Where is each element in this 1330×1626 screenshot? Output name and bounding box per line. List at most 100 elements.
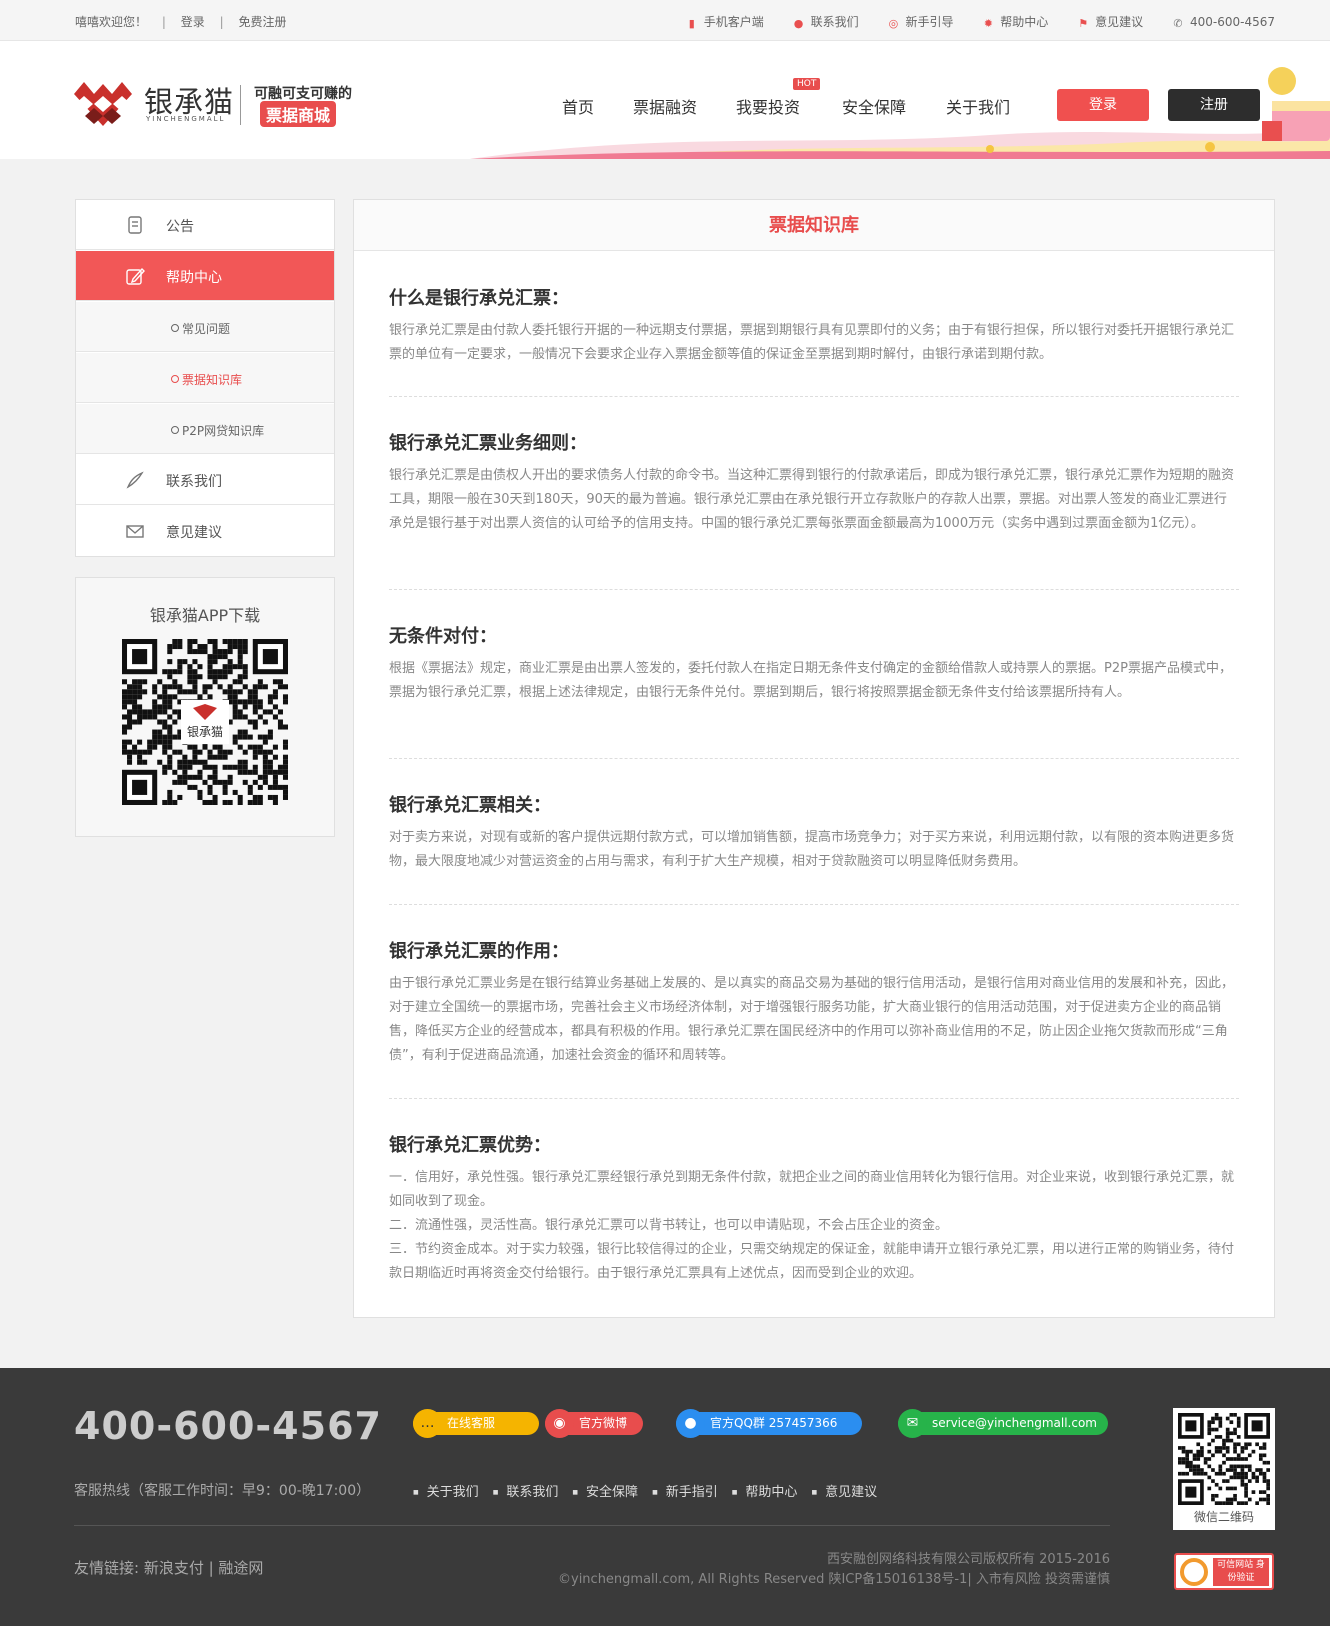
edit-icon	[126, 267, 145, 285]
email-label: service@yinchengmall.com	[932, 1416, 1097, 1430]
sidebar-item-announcement[interactable]: 公告	[76, 200, 334, 250]
nav-security[interactable]: 安全保障	[842, 94, 906, 118]
sidebar-item-feedback[interactable]: 意见建议	[76, 506, 334, 556]
nav-home[interactable]: 首页	[562, 94, 594, 118]
advantage-line: 三．节约资金成本。对于实力较强，银行比较信得过的企业，只需交纳规定的保证金，就能…	[389, 1242, 1235, 1281]
app-qr-code[interactable]: 银承猫	[122, 639, 288, 805]
sidebar-item-label: 公告	[166, 219, 194, 235]
sidebar-item-label: P2P网贷知识库	[171, 422, 264, 439]
guide-link[interactable]: ◎ 新手引导	[888, 13, 954, 30]
top-phone-number: 400-600-4567	[1189, 15, 1275, 29]
footer-links: 关于我们联系我们安全保障新手指引帮助中心意见建议	[413, 1481, 891, 1500]
logo-divider	[240, 85, 241, 125]
top-register-link[interactable]: 免费注册	[238, 15, 286, 29]
footer-link-contact[interactable]: 联系我们	[493, 1485, 559, 1500]
sidebar-item-label: 常见问题	[171, 320, 230, 337]
divider	[389, 1098, 1239, 1099]
feedback-label: 意见建议	[1095, 15, 1144, 29]
section-body: 由于银行承兑汇票业务是在银行结算业务基础上发展的、是以真实的商品交易为基础的银行…	[389, 976, 1235, 1063]
email-button[interactable]: ✉ service@yinchengmall.com	[898, 1409, 1108, 1438]
section-heading: 银行承兑汇票的作用：	[389, 941, 569, 962]
sidebar-item-faq[interactable]: 常见问题	[76, 302, 334, 352]
divider	[389, 396, 1239, 397]
mail-icon	[126, 525, 144, 538]
weibo-button[interactable]: ◉ 官方微博	[545, 1409, 643, 1438]
footer-link-help[interactable]: 帮助中心	[732, 1485, 798, 1500]
location-icon: ●	[793, 17, 804, 30]
mobile-client-link[interactable]: ▮ 手机客户端	[687, 13, 764, 30]
sidebar-item-p2p-knowledge[interactable]: P2P网贷知识库	[76, 404, 334, 454]
sidebar-item-label: 意见建议	[166, 525, 222, 541]
chat-icon: …	[413, 1409, 442, 1438]
cake-decoration	[1262, 67, 1330, 141]
footer-link-guide[interactable]: 新手指引	[652, 1485, 718, 1500]
mail-icon: ✉	[898, 1409, 927, 1438]
section-heading: 银行承兑汇票优势：	[389, 1135, 551, 1156]
footer-link-security[interactable]: 安全保障	[572, 1485, 638, 1500]
section-body: 对于卖方来说，对现有或新的客户提供远期付款方式，可以增加销售额，提高市场竞争力；…	[389, 830, 1235, 869]
footer-link-feedback[interactable]: 意见建议	[811, 1485, 877, 1500]
qq-group-button[interactable]: ● 官方QQ群 257457366	[676, 1409, 862, 1438]
sidebar-menu: 公告 帮助中心 常见问题 票据知识库 P2P网贷知识库 联系我们 意见建议	[75, 199, 335, 557]
top-bar-links: ▮ 手机客户端 ● 联系我们 ◎ 新手引导 ✹ 帮助中心 ⚑ 意见建议 ✆ 400-600-…	[661, 13, 1275, 30]
badge-ring-icon	[1180, 1558, 1208, 1586]
qq-icon: ●	[676, 1409, 705, 1438]
article-section: 什么是银行承兑汇票： 银行承兑汇票是由付款人委托银行开据的一种远期支付票据，票据…	[389, 284, 1239, 367]
header: 银承猫 YINCHENGMALL 可融可支可赚的 票据商城 首页 票据融资 我要…	[0, 41, 1330, 159]
section-body: 银行承兑汇票是由债权人开出的要求债务人付款的命令书。当这种汇票得到银行的付款承诺…	[389, 468, 1235, 531]
footer-link-about[interactable]: 关于我们	[413, 1485, 479, 1500]
advantage-line: 二．流通性强，灵活性高。银行承兑汇票可以背书转让，也可以申请贴现，不会占压企业的…	[389, 1218, 949, 1233]
divider	[389, 904, 1239, 905]
weibo-icon: ◉	[545, 1409, 574, 1438]
welcome-text: 嘻嘻欢迎您！	[75, 15, 148, 29]
pen-icon	[126, 471, 144, 489]
online-service-label: 在线客服	[447, 1416, 496, 1430]
advantage-line: 一．信用好，承兑性强。银行承兑汇票经银行承兑到期无条件付款，就把企业之间的商业信…	[389, 1170, 1235, 1209]
register-button[interactable]: 注册	[1168, 89, 1260, 121]
wechat-qr-box: 微信二维码	[1173, 1408, 1275, 1530]
friend-links[interactable]: 友情链接: 新浪支付 | 融途网	[74, 1557, 263, 1578]
online-service-button[interactable]: … 在线客服	[413, 1409, 539, 1438]
wechat-qr-caption: 微信二维码	[1193, 1510, 1254, 1524]
guide-label: 新手引导	[905, 15, 954, 29]
mobile-icon: ▮	[688, 17, 695, 30]
nav-invest[interactable]: 我要投资	[736, 94, 800, 118]
hot-badge: HOT	[793, 78, 821, 90]
top-login-link[interactable]: 登录	[181, 15, 205, 29]
article-section: 银行承兑汇票优势： 一．信用好，承兑性强。银行承兑汇票经银行承兑到期无条件付款，…	[389, 1131, 1239, 1286]
sidebar-item-label: 票据知识库	[171, 371, 242, 388]
help-label: 帮助中心	[1000, 15, 1049, 29]
logo-subtitle: YINCHENGMALL	[146, 115, 226, 123]
top-phone: ✆ 400-600-4567	[1173, 15, 1275, 29]
app-download-box: 银承猫APP下载 银承猫	[75, 577, 335, 837]
help-link[interactable]: ✹ 帮助中心	[983, 13, 1049, 30]
feedback-link[interactable]: ⚑ 意见建议	[1078, 13, 1143, 30]
section-body: 一．信用好，承兑性强。银行承兑汇票经银行承兑到期无条件付款，就把企业之间的商业信…	[389, 1166, 1239, 1286]
sidebar-item-contact[interactable]: 联系我们	[76, 455, 334, 505]
footer: 400-600-4567 客服热线（客服工作时间：早9：00-晚17:00） ……	[0, 1368, 1330, 1626]
site-logo[interactable]: 银承猫 YINCHENGMALL 可融可支可赚的 票据商城	[74, 79, 374, 129]
contact-link[interactable]: ● 联系我们	[794, 13, 859, 30]
footer-divider	[74, 1525, 1110, 1526]
sidebar-item-label: 联系我们	[166, 474, 222, 490]
section-body: 银行承兑汇票是由付款人委托银行开据的一种远期支付票据，票据到期银行具有见票即付的…	[389, 323, 1235, 362]
divider: |	[161, 15, 166, 29]
article-section: 银行承兑汇票相关： 对于卖方来说，对现有或新的客户提供远期付款方式，可以增加销售…	[389, 791, 1239, 874]
article-section: 无条件对付： 根据《票据法》规定，商业汇票是由出票人签发的，委托付款人在指定日期…	[389, 622, 1239, 705]
slogan-badge: 票据商城	[260, 101, 337, 127]
app-download-title: 银承猫APP下载	[149, 606, 261, 625]
article-section: 银行承兑汇票的作用： 由于银行承兑汇票业务是在银行结算业务基础上发展的、是以真实…	[389, 937, 1239, 1068]
nav-financing[interactable]: 票据融资	[633, 94, 697, 118]
header-wave-decoration	[470, 129, 1330, 159]
footer-hotline: 客服热线（客服工作时间：早9：00-晚17:00）	[74, 1483, 371, 1499]
trusted-site-badge[interactable]: 可信网站 身份验证	[1174, 1553, 1274, 1590]
gear-icon: ✹	[983, 17, 993, 30]
divider: |	[219, 15, 224, 29]
section-heading: 银行承兑汇票相关：	[389, 795, 551, 816]
nav-about[interactable]: 关于我们	[946, 94, 1010, 118]
login-button[interactable]: 登录	[1057, 89, 1149, 121]
slogan: 可融可支可赚的	[254, 86, 352, 102]
logo-mark-icon	[74, 82, 132, 126]
sidebar-item-help-center[interactable]: 帮助中心	[76, 251, 334, 301]
sidebar-item-knowledge-base[interactable]: 票据知识库	[76, 353, 334, 403]
